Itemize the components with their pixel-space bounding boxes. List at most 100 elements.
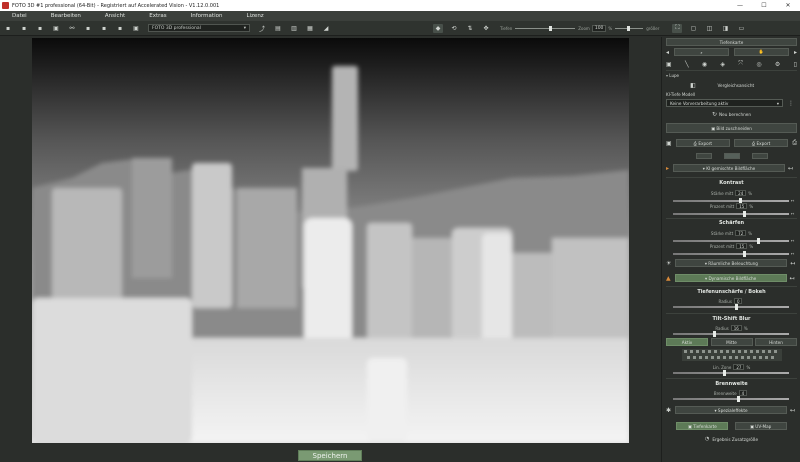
zoom-slider-knob[interactable] <box>627 25 631 31</box>
close-button[interactable]: ✕ <box>776 2 800 9</box>
full-view-icon[interactable]: ▢ <box>688 24 698 33</box>
view-mode-3[interactable] <box>751 153 768 159</box>
compare-icon[interactable]: ▥ <box>289 24 299 33</box>
reset-icon[interactable]: ↤ <box>790 260 795 267</box>
contrast-percent-input[interactable]: 15 <box>736 203 748 209</box>
recalc-button[interactable]: Neu berechnen <box>719 112 751 117</box>
lin-zone-slider[interactable] <box>673 370 789 376</box>
color-wheel-icon[interactable]: ◉ <box>702 61 707 68</box>
save-button[interactable]: Speichern <box>298 450 362 461</box>
sharpen-strength-slider[interactable] <box>673 237 789 244</box>
split-view-icon[interactable]: ◫ <box>704 24 714 33</box>
reset-icon[interactable]: ↤ <box>788 165 793 172</box>
maximize-button[interactable]: ☐ <box>752 2 776 9</box>
focal-length-slider[interactable] <box>673 396 789 402</box>
tilt-radius-input[interactable]: 16 <box>730 325 742 331</box>
special-effects-button[interactable]: ▾ Spezialeffekte <box>675 406 788 414</box>
magnify-button[interactable]: ⌕ <box>674 48 729 56</box>
crop-icon[interactable]: ▣ <box>131 24 141 33</box>
crop-image-button[interactable]: ▣ Bild zuschneiden <box>666 123 797 133</box>
result-size-label[interactable]: Ergebnis Zusatzgröße <box>712 437 758 442</box>
rotate-icon[interactable]: ⟲ <box>449 24 459 33</box>
mode-aktiv-button[interactable]: Aktiv <box>666 338 708 346</box>
chart-icon[interactable]: ◢ <box>321 24 331 33</box>
contrast-mode-select[interactable]: ▾ KI gemischte Bildfläche <box>673 164 786 172</box>
contrast-strength-input[interactable]: 24 <box>735 190 747 196</box>
lin-zone-input[interactable]: 27 <box>733 364 745 370</box>
save-file-icon[interactable]: ▪ <box>35 24 45 33</box>
view-mode-1[interactable] <box>695 153 712 159</box>
palette-icon[interactable]: ◈ <box>720 61 725 68</box>
export-icon[interactable]: ▪ <box>99 24 109 33</box>
target-icon[interactable]: ◎ <box>756 61 761 68</box>
uv-map-button[interactable]: ▣ UV-Map <box>734 422 787 430</box>
hand-button[interactable]: ✋ <box>733 48 789 56</box>
more-icon[interactable]: ⋮ <box>788 100 794 107</box>
window-icon[interactable]: ▭ <box>736 24 746 33</box>
bookmark-icon[interactable]: ▯ <box>794 61 797 68</box>
sharpen-percent-input[interactable]: 15 <box>736 243 748 249</box>
tilt-pattern[interactable] <box>666 349 797 361</box>
ki-model-select[interactable]: Keine Vorverarbeitung aktiv ▾ <box>666 99 783 107</box>
camera-icon[interactable]: ▣ <box>666 140 672 147</box>
minimize-button[interactable]: — <box>728 2 752 9</box>
export-depth-button[interactable]: ⎙ Export <box>675 139 730 147</box>
preset-select[interactable]: FOTO 3D professional ▾ <box>148 24 250 32</box>
link-icon[interactable]: ⚯ <box>67 24 77 33</box>
settings-icon[interactable]: ⚙ <box>775 61 780 68</box>
menu-datei[interactable]: Datei <box>0 13 39 19</box>
tilt-radius-knob[interactable] <box>713 331 716 337</box>
copy-icon[interactable]: ▪ <box>83 24 93 33</box>
menu-lizenz[interactable]: Lizenz <box>234 13 275 19</box>
bokeh-radius-slider[interactable] <box>673 304 789 310</box>
mode-hinten-button[interactable]: Hinten <box>755 338 797 346</box>
menu-extras[interactable]: Extras <box>137 13 178 19</box>
forward-icon[interactable]: ▸ <box>794 49 797 56</box>
mode-mitte-button[interactable]: Mitte <box>710 338 753 346</box>
print-icon[interactable]: ▪ <box>115 24 125 33</box>
save-depth-map-button[interactable]: ▣ Tiefenkarte <box>676 422 729 430</box>
menu-bearbeiten[interactable]: Bearbeiten <box>39 13 93 19</box>
reset-icon[interactable]: ↤ <box>790 275 795 282</box>
menu-information[interactable]: Information <box>179 13 235 19</box>
reset-icon[interactable]: ↤ <box>791 211 794 216</box>
view-mode-2[interactable] <box>723 153 740 159</box>
focal-length-knob[interactable] <box>737 396 740 402</box>
depth-map-canvas[interactable] <box>32 38 629 443</box>
contrast-percent-knob[interactable] <box>743 210 746 217</box>
move-icon[interactable]: ✥ <box>481 24 491 33</box>
layers-icon[interactable]: ▤ <box>273 24 283 33</box>
arrows-icon[interactable]: ⇅ <box>465 24 475 33</box>
bokeh-radius-knob[interactable] <box>735 304 738 310</box>
zoom-slider[interactable] <box>615 25 644 31</box>
menu-ansicht[interactable]: Ansicht <box>93 13 137 19</box>
transform-icon[interactable]: ⤧ <box>738 60 743 68</box>
spatial-lighting-button[interactable]: ▾ Räumliche Beleuchtung <box>675 259 788 267</box>
print-icon[interactable]: ⎙ <box>792 139 797 147</box>
back-icon[interactable]: ◂ <box>666 49 669 56</box>
sharpen-percent-slider[interactable] <box>673 250 789 257</box>
sharpen-strength-input[interactable]: 72 <box>735 230 747 236</box>
dynamic-area-button[interactable]: ▾ Dynamische Bildfläche <box>674 274 787 282</box>
grid-icon[interactable]: ▦ <box>305 24 315 33</box>
reset-icon[interactable]: ↤ <box>791 251 794 256</box>
compare-view-button[interactable]: Vergleichsansicht <box>699 81 773 89</box>
tab-depth-map[interactable]: Tiefenkarte <box>666 38 797 46</box>
fit-view-icon[interactable]: ⛶ <box>672 23 683 33</box>
tilt-radius-slider[interactable] <box>673 331 789 337</box>
view-3d-icon[interactable]: ◆ <box>433 23 443 33</box>
contrast-strength-slider[interactable] <box>673 197 789 204</box>
depth-slider[interactable] <box>515 25 576 31</box>
reset-icon[interactable]: ↤ <box>790 407 795 414</box>
sharpen-percent-knob[interactable] <box>743 250 746 257</box>
brush-icon[interactable]: ╲ <box>685 61 689 68</box>
image-icon[interactable]: ▣ <box>51 24 61 33</box>
share-icon[interactable]: ⤴ <box>257 24 267 33</box>
export-image-button[interactable]: ⎙ Export <box>734 139 789 147</box>
new-file-icon[interactable]: ▪ <box>3 24 13 33</box>
zoom-value[interactable]: 100 <box>591 24 607 32</box>
image-tool-icon[interactable]: ▣ <box>666 61 672 68</box>
depth-slider-knob[interactable] <box>549 25 553 31</box>
lin-zone-knob[interactable] <box>723 370 726 376</box>
open-file-icon[interactable]: ▪ <box>19 24 29 33</box>
